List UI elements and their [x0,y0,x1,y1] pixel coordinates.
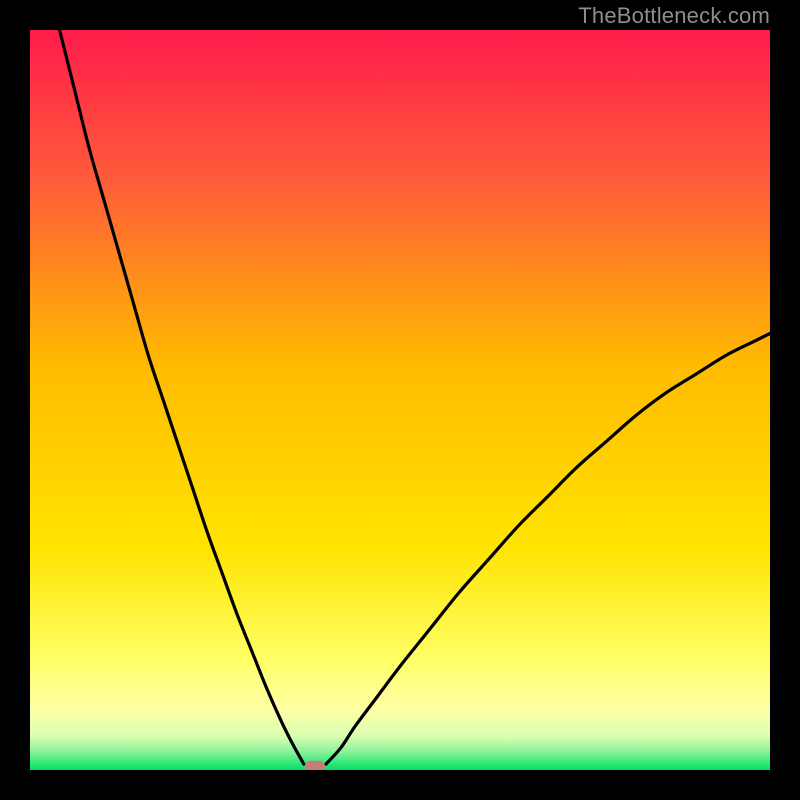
gradient-bg [30,30,770,770]
chart-svg [30,30,770,770]
value-marker [305,761,325,770]
watermark-text: TheBottleneck.com [578,2,770,30]
plot-area [30,30,770,770]
chart-frame: TheBottleneck.com [0,0,800,800]
